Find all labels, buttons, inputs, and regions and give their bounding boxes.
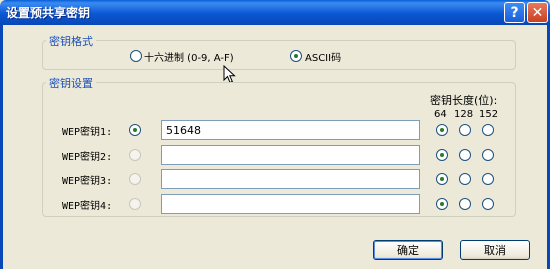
- wep-key-2-length-152-radio[interactable]: [482, 149, 494, 161]
- wep-key-4-label: WEP密钥4:: [62, 201, 113, 212]
- wep-key-1-length-128-radio[interactable]: [459, 124, 471, 136]
- help-button[interactable]: ?: [504, 2, 525, 23]
- wep-key-1-length-64-radio[interactable]: [436, 124, 448, 136]
- wep-key-1-input[interactable]: 51648: [161, 120, 420, 140]
- length-option-128: 128: [454, 109, 474, 120]
- wep-key-2-input[interactable]: [161, 145, 420, 165]
- title-bar: 设置预共享密钥 ? ✕: [0, 0, 550, 25]
- wep-key-4-length-128-radio[interactable]: [459, 198, 471, 210]
- wep-key-3-length-152-radio[interactable]: [482, 173, 494, 185]
- key-format-group: [42, 40, 516, 70]
- wep-key-3-input[interactable]: [161, 169, 420, 189]
- wep-key-3-length-128-radio[interactable]: [459, 173, 471, 185]
- wep-key-3-label: WEP密钥3:: [62, 176, 113, 187]
- wep-key-1-select-radio[interactable]: [129, 124, 141, 136]
- wep-key-4-length-64-radio[interactable]: [436, 198, 448, 210]
- close-button[interactable]: ✕: [527, 2, 548, 23]
- wep-key-4-length-152-radio[interactable]: [482, 198, 494, 210]
- key-settings-legend: 密钥设置: [46, 75, 96, 91]
- hex-format-label[interactable]: 十六进制 (0-9, A-F): [144, 49, 234, 64]
- ascii-format-label[interactable]: ASCII码: [305, 49, 341, 64]
- wep-key-1-label: WEP密钥1:: [62, 127, 113, 138]
- wep-key-3-select-radio[interactable]: [129, 173, 141, 185]
- wep-key-3-length-64-radio[interactable]: [436, 173, 448, 185]
- ascii-format-radio[interactable]: [290, 50, 302, 62]
- cancel-button[interactable]: 取消: [460, 240, 530, 260]
- wep-key-2-label: WEP密钥2:: [62, 152, 113, 163]
- wep-key-2-select-radio[interactable]: [129, 149, 141, 161]
- wep-key-4-select-radio[interactable]: [129, 198, 141, 210]
- wep-key-4-input[interactable]: [161, 194, 420, 214]
- key-format-legend: 密钥格式: [46, 33, 96, 49]
- window-title: 设置预共享密钥: [6, 6, 91, 20]
- length-option-64: 64: [434, 109, 447, 120]
- ok-button[interactable]: 确定: [373, 240, 443, 260]
- hex-format-radio[interactable]: [130, 50, 142, 62]
- key-length-header: 密钥长度(位):: [430, 94, 498, 107]
- cancel-button-label: 取消: [484, 244, 506, 257]
- help-icon: ?: [510, 4, 519, 21]
- wep-key-2-length-64-radio[interactable]: [436, 149, 448, 161]
- wep-key-1-length-152-radio[interactable]: [482, 124, 494, 136]
- ok-button-label: 确定: [397, 244, 419, 257]
- close-icon: ✕: [531, 4, 544, 21]
- wep-key-2-length-128-radio[interactable]: [459, 149, 471, 161]
- length-option-152: 152: [479, 109, 499, 120]
